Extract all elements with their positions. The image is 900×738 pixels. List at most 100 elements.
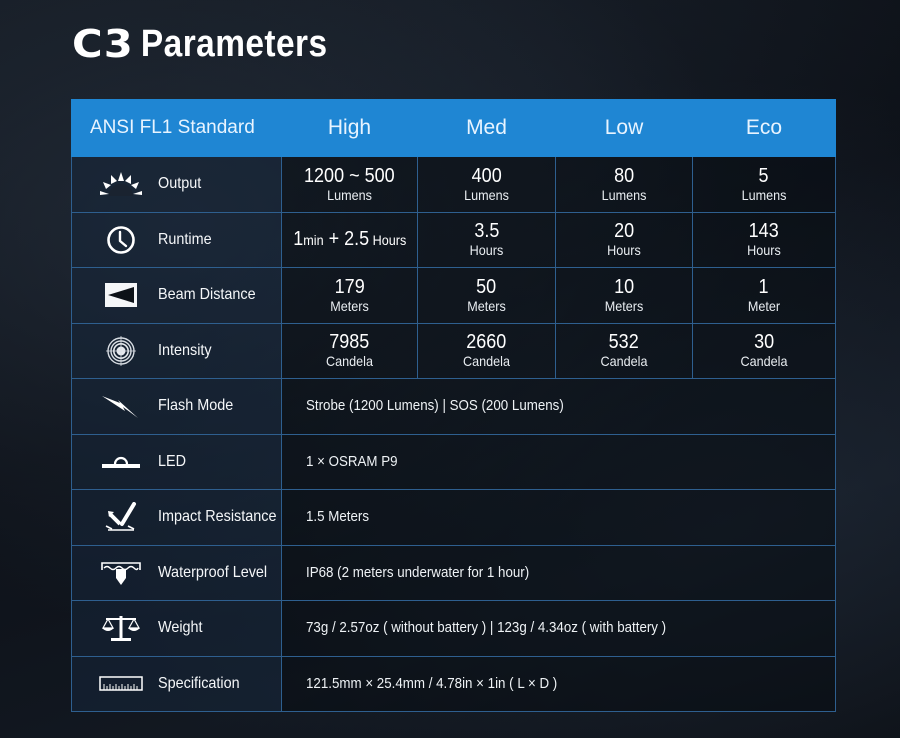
runtime-hours-value: 2.5 bbox=[343, 228, 369, 251]
row-label: Flash Mode bbox=[158, 397, 234, 415]
table-row-beam-distance: Beam Distance 179 Meters 50 Meters 10 Meter… bbox=[71, 267, 836, 324]
cell-value: 2660 bbox=[466, 331, 507, 354]
table-row-flash-mode: Flash Mode Strobe (1200 Lumens) | SOS (2… bbox=[71, 378, 836, 435]
cell-high: 1200 ~ 500 Lumens bbox=[281, 156, 418, 213]
row-label: Intensity bbox=[158, 341, 212, 359]
row-label: Specification bbox=[158, 674, 240, 692]
row-label-cell: Weight bbox=[71, 600, 282, 657]
row-label-cell: Output bbox=[71, 156, 282, 213]
cell-eco: 5 Lumens bbox=[692, 156, 836, 213]
spec-value-cell: 121.5mm × 25.4mm / 4.78in × 1in ( L × D … bbox=[281, 655, 836, 712]
header-low: Low bbox=[555, 99, 693, 157]
cell-eco: 1 Meter bbox=[692, 267, 836, 324]
cell-value: 50 bbox=[476, 275, 497, 298]
page-title: C3 Parameters bbox=[72, 22, 328, 66]
cell-med: 400 Lumens bbox=[417, 156, 556, 213]
row-label-cell: Beam Distance bbox=[71, 267, 282, 324]
row-label: LED bbox=[158, 452, 187, 470]
table-row-runtime: Runtime 1min + 2.5 Hours 3.5 Hours 20 Hour… bbox=[71, 211, 836, 268]
runtime-plus: + bbox=[323, 228, 344, 251]
spec-value-cell: 1 × OSRAM P9 bbox=[281, 433, 836, 490]
table-row-led: LED 1 × OSRAM P9 bbox=[71, 433, 836, 490]
row-label: Runtime bbox=[158, 230, 212, 248]
waterproof-icon bbox=[98, 558, 144, 588]
table-row-output: Output 1200 ~ 500 Lumens 400 Lumens 80 Lume… bbox=[71, 156, 836, 213]
cell-unit: Meters bbox=[330, 297, 369, 314]
spec-value: 121.5mm × 25.4mm / 4.78in × 1in ( L × D … bbox=[306, 675, 558, 692]
table-row-waterproof-level: Waterproof Level IP68 (2 meters underwat… bbox=[71, 544, 836, 601]
cell-unit: Lumens bbox=[327, 186, 372, 203]
spec-value-cell: Strobe (1200 Lumens) | SOS (200 Lumens) bbox=[281, 378, 836, 435]
cell-eco: 30 Candela bbox=[692, 322, 836, 379]
runtime-min-value: 1 bbox=[293, 228, 304, 251]
cell-low: 532 Candela bbox=[555, 322, 693, 379]
cell-value: 143 bbox=[748, 220, 780, 243]
cell-value: 400 bbox=[471, 164, 502, 187]
cell-unit: Lumens bbox=[741, 186, 787, 203]
scale-icon bbox=[98, 613, 144, 643]
row-label: Waterproof Level bbox=[158, 563, 268, 581]
row-label-cell: Specification bbox=[71, 655, 282, 712]
cell-high: 7985 Candela bbox=[281, 322, 418, 379]
table-row-specification: Specification 121.5mm × 25.4mm / 4.78in … bbox=[71, 655, 836, 712]
cell-unit: Lumens bbox=[464, 186, 509, 203]
cell-low: 20 Hours bbox=[555, 211, 693, 268]
lightning-icon bbox=[98, 391, 144, 421]
header-med: Med bbox=[417, 99, 556, 157]
header-standard: ANSI FL1 Standard bbox=[71, 99, 282, 157]
spec-value-cell: IP68 (2 meters underwater for 1 hour) bbox=[281, 544, 836, 601]
cell-high: 1min + 2.5 Hours bbox=[281, 211, 418, 268]
cell-value: 80 bbox=[613, 164, 635, 187]
spec-value: IP68 (2 meters underwater for 1 hour) bbox=[306, 564, 530, 581]
led-icon bbox=[98, 447, 144, 477]
row-label-cell: Flash Mode bbox=[71, 378, 282, 435]
cell-unit: Meter bbox=[747, 297, 781, 314]
cell-low: 10 Meters bbox=[555, 267, 693, 324]
cell-unit: Candela bbox=[463, 353, 510, 370]
header-eco: Eco bbox=[692, 99, 836, 157]
cell-unit: Hours bbox=[469, 242, 504, 259]
cell-value: 20 bbox=[613, 220, 635, 243]
cell-value: 3.5 bbox=[473, 220, 500, 243]
spec-value: 73g / 2.57oz ( without battery ) | 123g … bbox=[306, 620, 667, 637]
cell-value: 1 bbox=[758, 275, 770, 298]
table-row-intensity: Intensity 7985 Candela 2660 Candela 532 Can… bbox=[71, 322, 836, 379]
cell-value: 1min + 2.5 Hours bbox=[293, 229, 406, 250]
cell-value: 10 bbox=[613, 275, 635, 298]
cell-eco: 143 Hours bbox=[692, 211, 836, 268]
cell-unit: Meters bbox=[467, 297, 506, 314]
row-label: Output bbox=[158, 175, 202, 193]
title-text: Parameters bbox=[140, 22, 328, 65]
parameters-table: ANSI FL1 Standard High Med Low Eco Outpu… bbox=[71, 99, 836, 712]
row-label-cell: Waterproof Level bbox=[71, 544, 282, 601]
spec-value: Strobe (1200 Lumens) | SOS (200 Lumens) bbox=[306, 398, 564, 415]
header-high: High bbox=[281, 99, 418, 157]
cell-low: 80 Lumens bbox=[555, 156, 693, 213]
row-label-cell: Runtime bbox=[71, 211, 282, 268]
row-label: Impact Resistance bbox=[158, 508, 277, 526]
cell-unit: Meters bbox=[604, 297, 644, 314]
cell-high: 179 Meters bbox=[281, 267, 418, 324]
runtime-min-unit: min bbox=[303, 232, 324, 249]
cell-med: 50 Meters bbox=[417, 267, 556, 324]
clock-icon bbox=[98, 225, 144, 255]
row-label: Weight bbox=[158, 619, 203, 637]
cell-unit: Candela bbox=[326, 353, 373, 370]
sunrise-icon bbox=[98, 169, 144, 199]
cell-unit: Candela bbox=[600, 353, 648, 370]
target-icon bbox=[98, 335, 144, 366]
cell-unit: Hours bbox=[747, 242, 781, 259]
row-label: Beam Distance bbox=[158, 286, 256, 304]
row-label-cell: LED bbox=[71, 433, 282, 490]
row-label-cell: Intensity bbox=[71, 322, 282, 379]
model-name: C3 bbox=[72, 22, 134, 66]
spec-value: 1.5 Meters bbox=[306, 509, 370, 526]
cell-unit: Lumens bbox=[601, 186, 647, 203]
table-header-row: ANSI FL1 Standard High Med Low Eco bbox=[71, 99, 836, 157]
cell-value: 30 bbox=[753, 331, 775, 354]
cell-unit: Hours bbox=[607, 242, 641, 259]
table-row-impact-resistance: Impact Resistance 1.5 Meters bbox=[71, 489, 836, 546]
ruler-icon bbox=[98, 669, 144, 699]
spec-value-cell: 73g / 2.57oz ( without battery ) | 123g … bbox=[281, 600, 836, 657]
cell-value: 7985 bbox=[329, 331, 370, 354]
